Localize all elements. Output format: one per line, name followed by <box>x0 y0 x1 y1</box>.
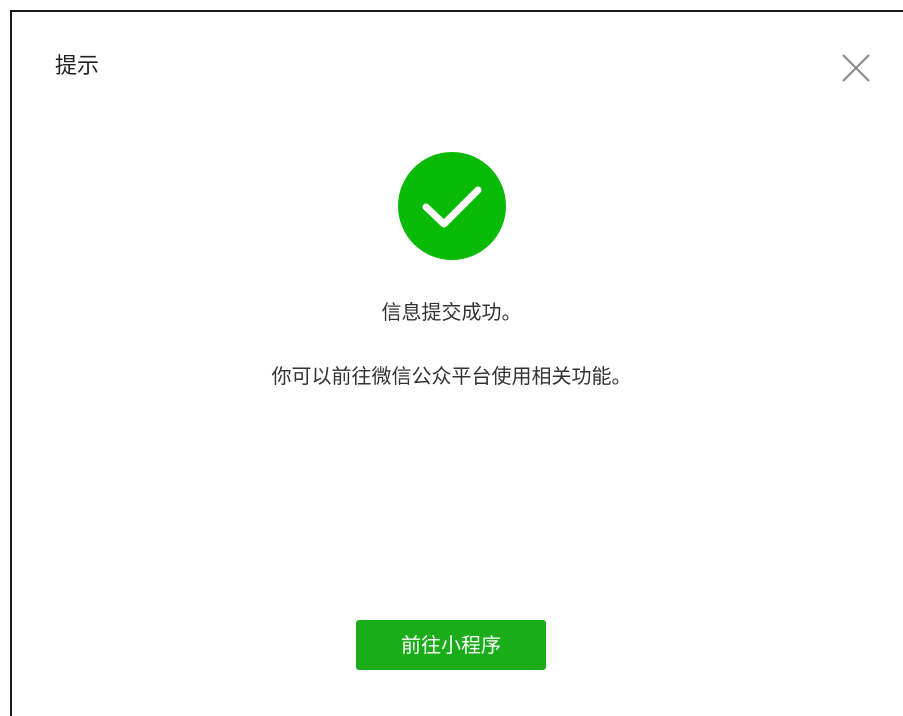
success-message: 信息提交成功。 <box>381 300 522 324</box>
close-button[interactable] <box>841 53 871 83</box>
success-description: 你可以前往微信公众平台使用相关功能。 <box>271 364 632 388</box>
go-to-miniprogram-button[interactable]: 前往小程序 <box>356 620 546 670</box>
check-circle-icon <box>397 151 507 261</box>
dialog-title: 提示 <box>55 54 100 79</box>
close-icon <box>841 53 871 83</box>
